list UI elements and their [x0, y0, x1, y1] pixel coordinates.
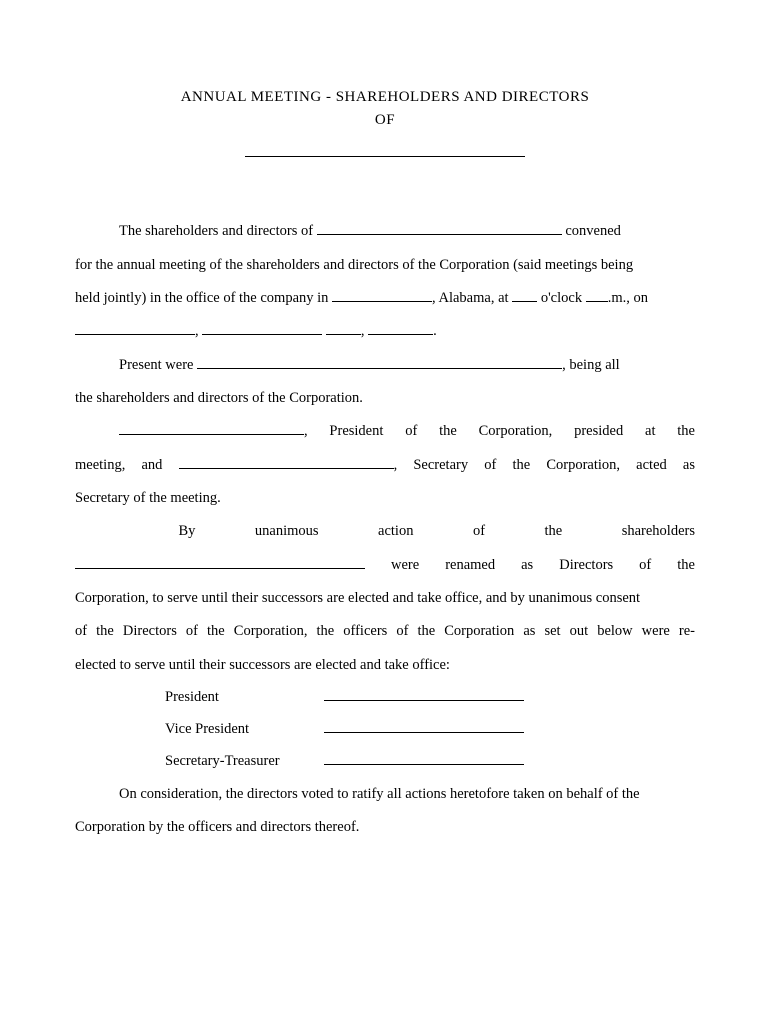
paragraph-4-line-1: By unanimous action of the shareholders [75, 515, 695, 548]
blank-present[interactable] [197, 368, 562, 369]
paragraph-2-line-1: Present were , being all [75, 349, 695, 382]
blank-city[interactable] [332, 301, 432, 302]
paragraph-4-line-4: of the Directors of the Corporation, the… [75, 615, 695, 648]
title-line-2: OF [75, 103, 695, 138]
blank-president[interactable] [119, 434, 304, 435]
blank-date-1[interactable] [75, 334, 195, 335]
officer-vice-president-label: Vice President [165, 714, 320, 746]
blank-officer-president[interactable] [324, 700, 524, 701]
paragraph-5-line-1: On consideration, the directors voted to… [75, 778, 695, 811]
officer-vice-president-row: Vice President [165, 714, 695, 746]
officer-president-row: President [165, 682, 695, 714]
officer-secretary-treasurer-row: Secretary-Treasurer [165, 746, 695, 778]
paragraph-4-line-3: Corporation, to serve until their succes… [75, 582, 695, 615]
blank-date-4[interactable] [368, 334, 433, 335]
paragraph-3-line-2: meeting, and , Secretary of the Corporat… [75, 449, 695, 482]
officer-president-label: President [165, 682, 320, 714]
blank-officer-secretary-treasurer[interactable] [324, 764, 524, 765]
paragraph-1-line-2: for the annual meeting of the shareholde… [75, 249, 695, 282]
paragraph-5-line-2: Corporation by the officers and director… [75, 811, 695, 844]
blank-ampm[interactable] [586, 301, 608, 302]
blank-date-2[interactable] [202, 334, 322, 335]
blank-officer-vice-president[interactable] [324, 732, 524, 733]
document-title: ANNUAL MEETING - SHAREHOLDERS AND DIRECT… [75, 80, 695, 170]
paragraph-3-line-3: Secretary of the meeting. [75, 482, 695, 515]
paragraph-4-line-2: were renamed as Directors of the [75, 549, 695, 582]
blank-secretary[interactable] [179, 468, 394, 469]
blank-hour[interactable] [512, 301, 537, 302]
paragraph-1-line-4: , , . [75, 315, 695, 348]
paragraph-2-line-2: the shareholders and directors of the Co… [75, 382, 695, 415]
paragraph-1-line-1: The shareholders and directors of conven… [75, 215, 695, 248]
officer-secretary-treasurer-label: Secretary-Treasurer [165, 746, 320, 778]
title-blank-line[interactable] [245, 156, 525, 157]
paragraph-3-line-1: , President of the Corporation, presided… [75, 415, 695, 448]
document-body: The shareholders and directors of conven… [75, 215, 695, 844]
blank-corporation-name[interactable] [317, 234, 562, 235]
paragraph-1-line-3: held jointly) in the office of the compa… [75, 282, 695, 315]
paragraph-4-line-5: elected to serve until their successors … [75, 649, 695, 682]
blank-directors-named[interactable] [75, 568, 365, 569]
blank-date-3[interactable] [326, 334, 361, 335]
